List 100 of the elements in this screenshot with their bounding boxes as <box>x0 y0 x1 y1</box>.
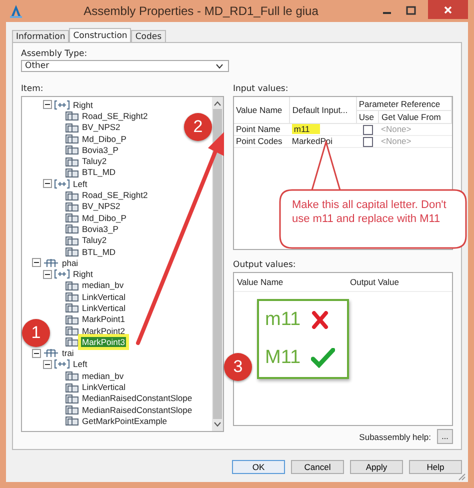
dialog-button[interactable]: Apply <box>350 460 403 474</box>
collapse-icon[interactable] <box>43 270 52 279</box>
column-header: Value Name <box>234 97 290 124</box>
checkbox[interactable] <box>362 124 373 135</box>
assembly-icon <box>43 348 59 358</box>
column-header: Value Name <box>237 277 284 287</box>
subassembly-icon <box>65 291 79 302</box>
tree-item[interactable]: MarkPoint1 <box>81 314 126 324</box>
tree-item[interactable]: LinkVertical <box>81 292 126 302</box>
assembly-type-dropdown[interactable]: Other <box>21 60 229 72</box>
close-button[interactable] <box>428 0 468 19</box>
dialog-button[interactable]: Help <box>409 460 462 474</box>
tree-item[interactable]: BV_NPS2 <box>81 122 122 132</box>
tree-item[interactable]: Taluy2 <box>81 235 108 246</box>
subassembly-icon <box>65 325 79 336</box>
column-header: Output Value <box>350 277 399 287</box>
subassembly-icon <box>65 415 79 426</box>
tree-item[interactable]: MedianRaisedConstantSlope <box>81 393 194 404</box>
column-header: Use <box>356 110 379 124</box>
subassembly-icon <box>65 392 79 404</box>
tree-item[interactable]: Bovia3_P <box>81 224 120 234</box>
subassembly-icon <box>65 336 79 348</box>
example-text: M11 <box>265 347 301 369</box>
subassembly-icon <box>65 144 79 156</box>
check-icon <box>310 348 335 368</box>
close-icon <box>444 6 452 14</box>
tree-item[interactable]: BTL_MD <box>81 167 117 178</box>
tree-item[interactable]: Road_SE_Right2 <box>81 110 149 121</box>
subassembly-icon <box>65 156 79 167</box>
checkbox[interactable] <box>362 136 373 146</box>
tree-item[interactable]: BV_NPS2 <box>81 201 122 212</box>
tab[interactable]: Information <box>12 30 70 42</box>
table-cell: <None> <box>380 136 412 146</box>
tree-item[interactable]: Md_Dibo_P <box>81 134 128 144</box>
subassembly-icon <box>65 110 79 122</box>
tree-item[interactable]: Road_SE_Right2 <box>81 190 149 200</box>
tree-item[interactable]: Right <box>72 100 94 110</box>
help-label: Subassembly help: <box>359 432 431 442</box>
tree-item[interactable]: GetMarkPointExample <box>81 416 168 426</box>
tree-item[interactable]: LinkVertical <box>81 302 126 313</box>
subassembly-icon <box>65 166 79 178</box>
collapse-icon[interactable] <box>43 100 52 110</box>
table-cell[interactable]: MarkedPoi <box>292 136 332 146</box>
table-cell: Point Name <box>236 124 280 134</box>
subassembly-icon <box>65 133 79 144</box>
tree-item[interactable]: median_bv <box>81 280 125 290</box>
table-cell[interactable]: m11 <box>292 124 320 134</box>
scroll-up-icon[interactable] <box>214 101 221 106</box>
tab[interactable]: Construction <box>69 28 132 42</box>
collapse-icon[interactable] <box>43 360 52 369</box>
tree-item[interactable]: BTL_MD <box>81 246 117 256</box>
subassembly-icon <box>65 302 79 314</box>
tree-item[interactable]: median_bv <box>81 370 125 381</box>
maximize-icon[interactable] <box>406 6 416 16</box>
tab[interactable]: Codes <box>131 30 166 42</box>
tree-item[interactable]: Left <box>72 359 88 370</box>
collapse-icon[interactable] <box>43 179 52 188</box>
group-icon <box>54 359 70 370</box>
subassembly-icon <box>65 314 79 325</box>
chevron-down-icon <box>216 64 223 68</box>
section-label: Output values: <box>233 260 297 272</box>
table-cell: Point Codes <box>236 136 282 146</box>
scrollbar[interactable] <box>212 97 223 431</box>
subassembly-icon <box>65 122 79 133</box>
column-header: Parameter Reference <box>356 97 452 110</box>
group-icon <box>54 269 70 280</box>
resize-grip-icon[interactable] <box>458 473 466 481</box>
tree-item[interactable]: phai <box>61 258 80 268</box>
tree-item[interactable]: MarkPoint3 <box>81 336 126 347</box>
tree-item[interactable]: MarkPoint2 <box>81 326 126 336</box>
dialog-button[interactable]: Cancel <box>291 460 344 474</box>
tree-item[interactable]: Right <box>72 269 94 280</box>
subassembly-icon <box>65 404 79 416</box>
scroll-down-icon[interactable] <box>214 422 221 427</box>
table-cell: <None> <box>380 124 412 134</box>
example-text: m11 <box>265 309 301 331</box>
app-icon <box>10 4 22 18</box>
column-header: Get Value From <box>378 110 452 124</box>
tree-item[interactable]: trai <box>61 348 75 358</box>
section-label: Item: <box>21 84 44 96</box>
tree-item[interactable]: Md_Dibo_P <box>81 212 128 223</box>
subassembly-icon <box>65 212 79 224</box>
collapse-icon[interactable] <box>32 258 41 268</box>
subassembly-icon <box>65 190 79 201</box>
cross-icon <box>310 311 329 329</box>
subassembly-icon <box>65 234 79 246</box>
tree-item[interactable]: LinkVertical <box>81 382 126 392</box>
tree-item[interactable]: MedianRaisedConstantSlope <box>81 404 194 415</box>
group-icon <box>54 178 70 189</box>
subassembly-icon <box>65 382 79 393</box>
group-icon <box>54 100 70 110</box>
collapse-icon[interactable] <box>32 348 41 358</box>
dialog-button[interactable]: OK <box>232 460 285 474</box>
tree-item[interactable]: Left <box>72 178 88 189</box>
tree-item[interactable]: Taluy2 <box>81 156 108 166</box>
help-button[interactable]: ... <box>437 429 453 444</box>
subassembly-icon <box>65 246 79 257</box>
subassembly-icon <box>65 370 79 382</box>
subassembly-icon <box>65 223 79 234</box>
tree-item[interactable]: Bovia3_P <box>81 144 120 155</box>
